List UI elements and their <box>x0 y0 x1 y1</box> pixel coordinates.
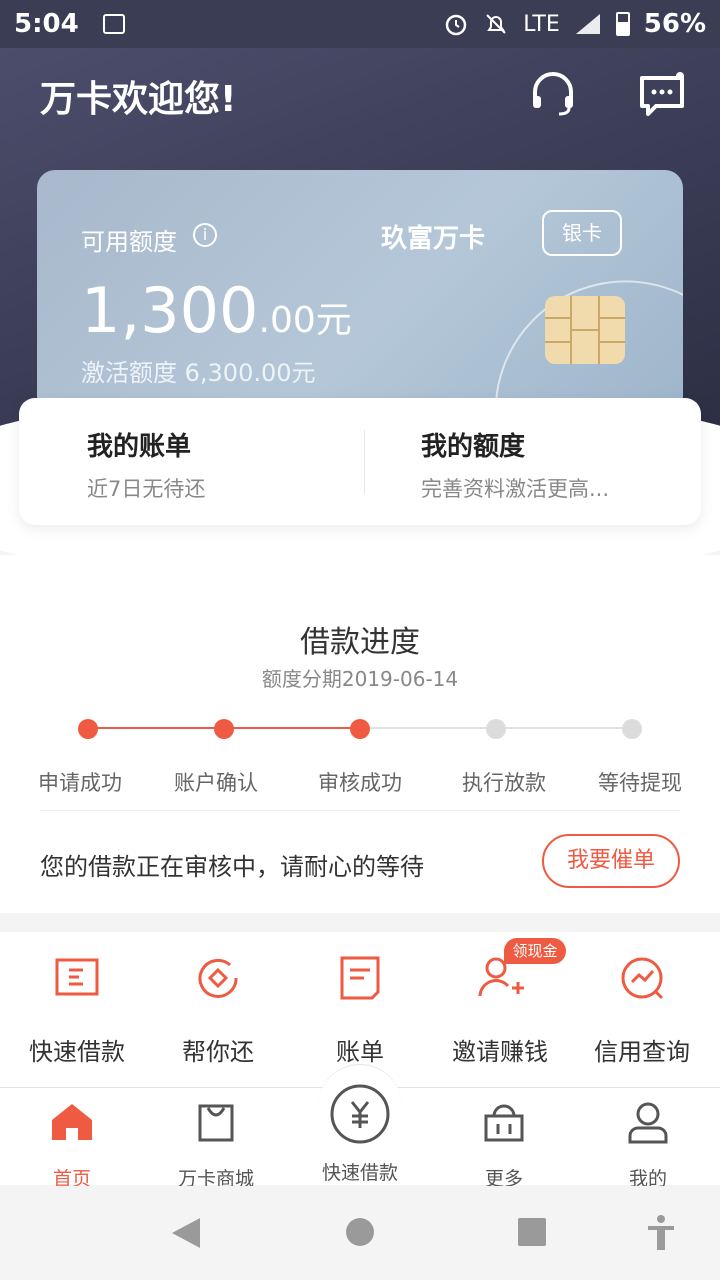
nav-quick-loan[interactable]: 快速借款 <box>300 1082 420 1185</box>
nav-mall[interactable]: 万卡商城 <box>156 1098 276 1191</box>
card-tier-badge: 银卡 <box>542 210 622 256</box>
shortcut-help-repay[interactable]: 帮你还 <box>148 950 288 1067</box>
shortcut-bill[interactable]: 账单 <box>290 950 430 1067</box>
activate-limit-text: 激活额度 6,300.00元 <box>81 359 316 387</box>
quick-loan-icon <box>55 958 99 996</box>
credit-query-icon <box>621 957 664 1000</box>
step-dot <box>350 719 370 739</box>
step-dot <box>486 719 506 739</box>
my-bill-subtitle: 近7日无待还 <box>87 477 206 501</box>
home-circle-icon[interactable] <box>344 1216 376 1248</box>
bottom-nav: 首页 万卡商城 快速借款 更多 我的 <box>0 1064 720 1190</box>
accessibility-icon[interactable] <box>645 1214 677 1252</box>
loan-progress-section: 借款进度 额度分期2019-06-14 申请成功 账户确认 审核成功 执行放款 … <box>0 555 720 913</box>
basket-icon <box>484 1104 524 1142</box>
available-amount: 1,300.00元 <box>81 274 352 347</box>
urge-button[interactable]: 我要催单 <box>542 834 680 888</box>
signal-icon <box>575 14 600 34</box>
account-summary-panel: 我的账单 近7日无待还 我的额度 完善资料激活更高... <box>19 398 701 525</box>
headset-icon[interactable] <box>527 68 579 120</box>
step-label: 申请成功 <box>38 771 122 795</box>
back-icon[interactable] <box>170 1216 202 1250</box>
nav-home[interactable]: 首页 <box>12 1098 132 1191</box>
my-limit-subtitle: 完善资料激活更高... <box>421 477 610 501</box>
divider <box>364 430 365 494</box>
network-type: LTE <box>523 11 560 37</box>
battery-icon <box>615 12 630 36</box>
image-notification-icon <box>102 14 125 34</box>
shortcut-label: 帮你还 <box>182 1038 254 1066</box>
step-label: 等待提现 <box>598 771 682 795</box>
shortcut-label: 快速借款 <box>29 1038 125 1066</box>
credit-card[interactable]: 可用额度 i 玖富万卡 银卡 1,300.00元 激活额度 6,300.00元 <box>37 170 683 415</box>
step-dot <box>214 719 234 739</box>
my-limit-entry[interactable]: 我的额度 完善资料激活更高... <box>421 426 609 503</box>
progress-title: 借款进度 <box>300 625 420 660</box>
progress-subtitle: 额度分期2019-06-14 <box>261 667 459 691</box>
bill-icon <box>340 956 380 1000</box>
amount-decimal: .00元 <box>258 300 352 341</box>
yuan-icon <box>330 1084 390 1144</box>
battery-percent: 56% <box>643 9 706 39</box>
brand-logo: 玖富万卡 <box>381 224 486 254</box>
alarm-icon <box>445 14 467 36</box>
nav-mine[interactable]: 我的 <box>588 1098 708 1191</box>
welcome-title: 万卡欢迎您! <box>40 79 237 120</box>
shortcut-credit-query[interactable]: 信用查询 <box>572 950 712 1067</box>
shortcut-label: 邀请赚钱 <box>452 1038 548 1066</box>
step-label: 审核成功 <box>318 771 402 795</box>
system-nav-bar <box>0 1186 720 1280</box>
step-dot <box>622 719 642 739</box>
divider <box>40 810 680 811</box>
step-label: 账户确认 <box>174 771 258 795</box>
info-icon[interactable]: i <box>193 223 217 247</box>
shortcut-invite[interactable]: 邀请赚钱 <box>430 950 570 1067</box>
my-bill-entry[interactable]: 我的账单 近7日无待还 <box>87 426 205 503</box>
status-time: 5:04 <box>14 9 79 39</box>
my-limit-title: 我的额度 <box>421 432 526 462</box>
nav-label: 快速借款 <box>321 1162 398 1184</box>
available-limit-label: 可用额度 <box>81 228 177 256</box>
recents-icon[interactable] <box>516 1216 548 1248</box>
step-label: 执行放款 <box>462 771 546 795</box>
my-bill-title: 我的账单 <box>87 432 192 462</box>
shortcut-label: 信用查询 <box>594 1038 690 1066</box>
shortcut-quick-loan[interactable]: 快速借款 <box>7 950 147 1067</box>
shortcut-label: 账单 <box>336 1038 384 1066</box>
home-icon <box>52 1104 92 1140</box>
nav-more[interactable]: 更多 <box>444 1098 564 1191</box>
cash-badge: 领现金 <box>504 938 566 964</box>
amount-integer: 1,300 <box>81 274 259 347</box>
progress-message: 您的借款正在审核中，请耐心的等待 <box>40 853 424 881</box>
user-icon <box>628 1102 668 1144</box>
mute-icon <box>486 14 506 34</box>
card-chip-icon <box>545 296 625 364</box>
step-dot <box>78 719 98 739</box>
shopping-bag-icon <box>198 1104 234 1142</box>
message-icon[interactable] <box>636 68 688 120</box>
help-repay-icon <box>198 958 238 998</box>
status-bar: 5:04 LTE 56% <box>0 0 720 48</box>
